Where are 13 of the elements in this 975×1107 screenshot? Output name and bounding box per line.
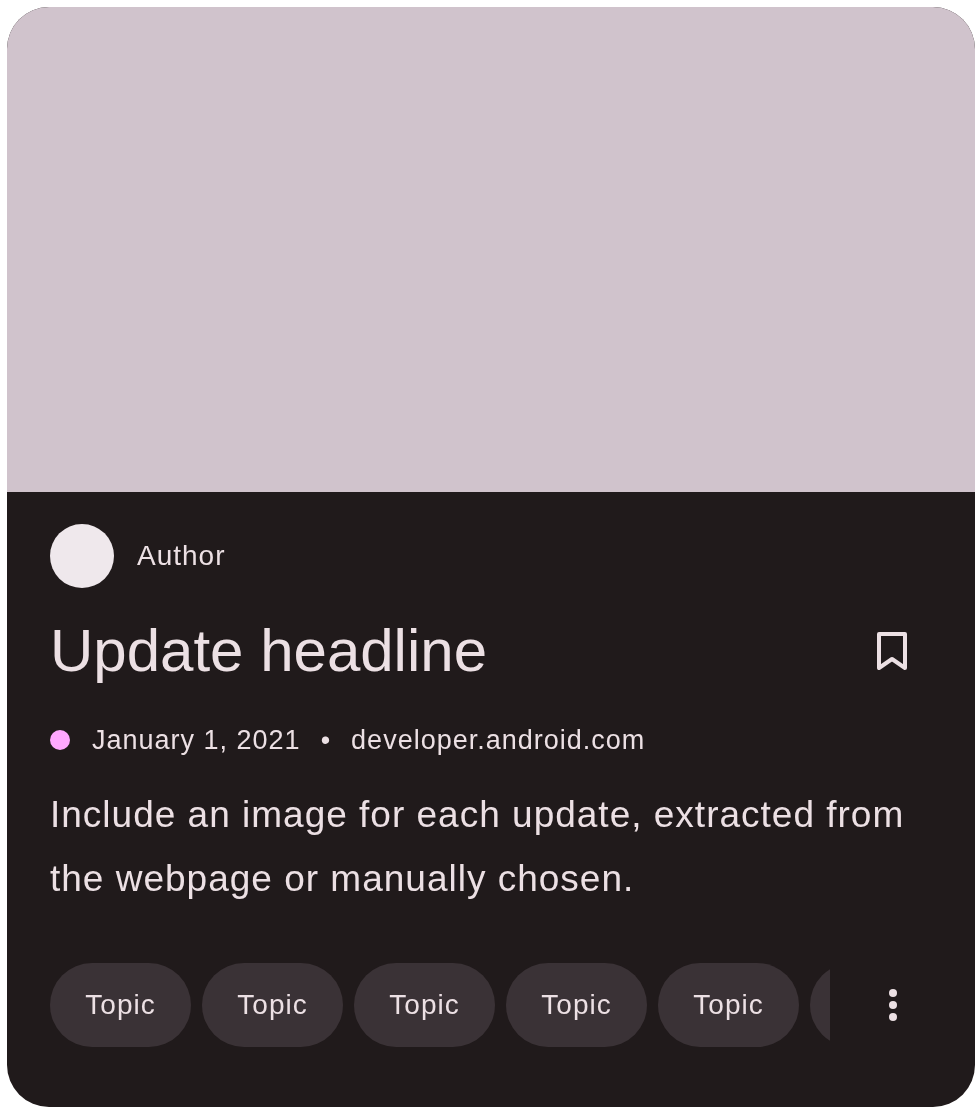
source-domain: developer.android.com	[351, 724, 646, 757]
topic-chip[interactable]: Topic	[50, 962, 191, 1047]
separator-dot: •	[320, 724, 332, 757]
topic-chip[interactable]: Topic	[658, 962, 799, 1047]
author-name: Author	[137, 539, 226, 573]
headline: Update headline	[50, 618, 488, 684]
topic-chip[interactable]: Topic	[354, 962, 495, 1047]
date: January 1, 2021	[92, 724, 301, 757]
topic-chip[interactable]: Topic	[506, 962, 647, 1047]
description: Include an image for each update, extracted from the webpage or manually chosen.	[50, 792, 906, 901]
bookmark-icon[interactable]	[875, 631, 909, 671]
topic-chip[interactable]: Topic	[202, 962, 343, 1047]
more-icon[interactable]	[887, 987, 899, 1022]
